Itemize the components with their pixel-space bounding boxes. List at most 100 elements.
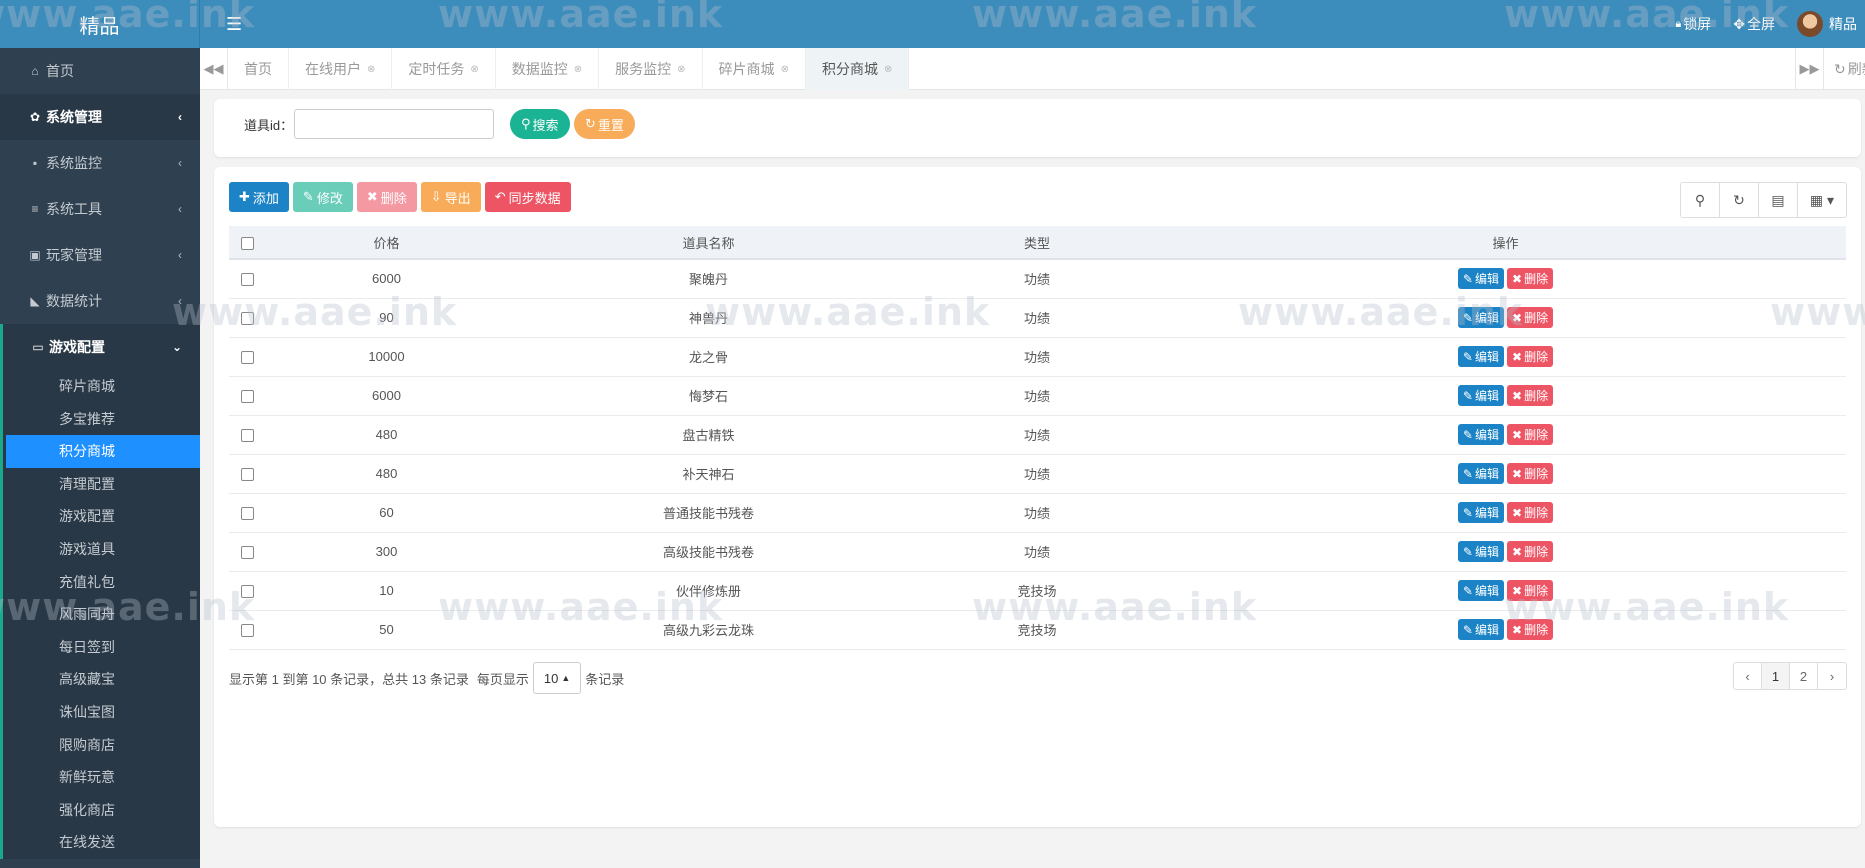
sidebar-subitem[interactable]: 充值礼包 [3, 566, 200, 599]
row-delete-button[interactable]: ✖ 删除 [1507, 385, 1554, 406]
app-logo[interactable]: 精品 [0, 0, 200, 48]
sidebar-item-player-management[interactable]: ▣ 玩家管理 ‹ [0, 232, 200, 278]
lock-icon: 🔒︎ [1675, 17, 1682, 30]
item-id-input[interactable] [294, 109, 494, 139]
sidebar-item-data-statistics[interactable]: ◣ 数据统计 ‹ [0, 278, 200, 324]
sync-data-button[interactable]: ↶ 同步数据 [484, 182, 571, 212]
close-icon[interactable]: ⊗ [677, 64, 685, 75]
row-edit-button[interactable]: ✎ 编辑 [1457, 580, 1504, 601]
tab-scheduled-tasks[interactable]: 定时任务 ⊗ [392, 48, 496, 90]
tab-points-shop[interactable]: 积分商城 ⊗ [805, 48, 910, 90]
tab-scroll-right-button[interactable]: ▶▶ [1795, 48, 1823, 90]
toggle-view-button[interactable]: ▤ [1759, 183, 1798, 217]
close-icon[interactable]: ⊗ [367, 64, 375, 75]
tab-online-users[interactable]: 在线用户 ⊗ [289, 48, 393, 90]
sidebar-subitem[interactable]: 新鲜玩意 [3, 761, 200, 794]
row-checkbox[interactable] [240, 624, 254, 638]
user-menu[interactable]: 精品 [1797, 11, 1857, 37]
row-delete-button[interactable]: ✖ 删除 [1507, 268, 1554, 290]
row-delete-button[interactable]: ✖ 删除 [1507, 619, 1554, 640]
row-edit-button[interactable]: ✎ 编辑 [1457, 541, 1504, 562]
row-checkbox[interactable] [240, 429, 254, 443]
row-checkbox[interactable] [240, 585, 254, 599]
refresh-table-button[interactable]: ↻ [1720, 183, 1759, 217]
select-all-checkbox[interactable] [240, 236, 254, 250]
edit-button[interactable]: ✎ 修改 [292, 182, 353, 212]
columns-button[interactable]: ▦ ▾ [1798, 183, 1846, 217]
prev-page-button[interactable]: ‹ [1734, 663, 1762, 689]
sidebar-subitem[interactable]: 高级藏宝 [3, 663, 200, 696]
sidebar-subitem[interactable]: 强化商店 [3, 794, 200, 827]
row-edit-button[interactable]: ✎ 编辑 [1457, 268, 1504, 290]
row-edit-button[interactable]: ✎ 编辑 [1457, 307, 1504, 328]
row-delete-button[interactable]: ✖ 删除 [1507, 463, 1554, 484]
lock-screen-button[interactable]: 🔒︎ 锁屏 [1675, 14, 1711, 34]
row-delete-button[interactable]: ✖ 删除 [1507, 424, 1554, 445]
row-checkbox[interactable] [240, 546, 254, 560]
row-delete-button[interactable]: ✖ 删除 [1507, 541, 1554, 562]
double-left-icon: ◀◀ [203, 61, 224, 76]
row-delete-button[interactable]: ✖ 删除 [1507, 502, 1554, 523]
row-edit-button[interactable]: ✎ 编辑 [1457, 619, 1504, 640]
sidebar-item-system-management[interactable]: ✿ 系统管理 ‹ [0, 94, 200, 140]
close-icon[interactable]: ⊗ [884, 64, 892, 75]
row-checkbox[interactable] [240, 312, 254, 326]
close-icon[interactable]: ⊗ [574, 64, 582, 75]
row-edit-button[interactable]: ✎ 编辑 [1457, 502, 1504, 523]
row-checkbox[interactable] [240, 273, 254, 287]
sidebar-subitem[interactable]: 每日签到 [3, 631, 200, 664]
row-edit-button[interactable]: ✎ 编辑 [1457, 346, 1504, 367]
item-name-cell: 补天神石 [508, 454, 909, 494]
tab-home[interactable]: 首页 [228, 48, 289, 90]
column-header[interactable]: 价格 [265, 226, 508, 260]
add-button[interactable]: ✚ 添加 [229, 182, 289, 212]
delete-button[interactable]: ✖ 删除 [356, 182, 417, 212]
tab-scroll-left-button[interactable]: ◀◀ [200, 48, 228, 90]
sidebar-subitem[interactable]: 碎片商城 [3, 370, 200, 403]
page-button[interactable]: 2 [1790, 663, 1818, 689]
row-checkbox[interactable] [240, 351, 254, 365]
sidebar-subitem[interactable]: 多宝推荐 [3, 403, 200, 436]
next-page-button[interactable]: › [1818, 663, 1846, 689]
sidebar-item-system-tools[interactable]: ≡ 系统工具 ‹ [0, 186, 200, 232]
sidebar-subitem[interactable]: 诛仙宝图 [3, 696, 200, 729]
close-icon[interactable]: ⊗ [781, 64, 789, 75]
row-delete-button[interactable]: ✖ 删除 [1507, 346, 1554, 367]
sidebar-subitem[interactable]: 游戏配置 [3, 500, 200, 533]
select-all-cell [229, 226, 265, 260]
tab-service-monitor[interactable]: 服务监控 ⊗ [599, 48, 703, 90]
page-button[interactable]: 1 [1762, 663, 1790, 689]
row-delete-button[interactable]: ✖ 删除 [1507, 580, 1554, 601]
row-edit-button[interactable]: ✎ 编辑 [1457, 463, 1504, 484]
export-button[interactable]: ⇩ 导出 [420, 182, 481, 212]
fullscreen-button[interactable]: ✥ 全屏 [1733, 14, 1775, 34]
sidebar-subitem[interactable]: 限购商店 [3, 729, 200, 762]
tab-fragment-shop[interactable]: 碎片商城 ⊗ [703, 48, 806, 90]
row-edit-button[interactable]: ✎ 编辑 [1457, 385, 1504, 406]
sidebar-subitem[interactable]: 游戏道具 [3, 533, 200, 566]
times-icon: ✖ [1512, 271, 1523, 286]
sidebar-item-home[interactable]: ⌂ 首页 [0, 48, 200, 94]
search-button[interactable]: ⚲ 搜索 [510, 109, 570, 139]
page-size-dropdown[interactable]: 10 ▲ [532, 662, 582, 694]
sidebar-subitem[interactable]: 在线发送 [3, 826, 200, 859]
sidebar-item-game-config[interactable]: ▭ 游戏配置 ⌄ [3, 324, 200, 370]
row-checkbox[interactable] [240, 390, 254, 404]
tab-data-monitor[interactable]: 数据监控 ⊗ [496, 48, 600, 90]
sidebar-subitem-active[interactable]: 积分商城 [6, 435, 200, 468]
row-delete-button[interactable]: ✖ 删除 [1507, 307, 1554, 328]
sidebar-subitem[interactable]: 风雨同舟 [3, 598, 200, 631]
price-cell: 90 [265, 298, 508, 338]
menu-toggle-icon[interactable]: ☰ [226, 14, 242, 35]
toggle-search-button[interactable]: ⚲ [1681, 183, 1720, 217]
column-header[interactable]: 道具名称 [508, 226, 909, 260]
row-edit-button[interactable]: ✎ 编辑 [1457, 424, 1504, 445]
sidebar-item-system-monitor[interactable]: ▪ 系统监控 ‹ [0, 140, 200, 186]
refresh-button[interactable]: ↻ 刷新 [1823, 48, 1865, 90]
close-icon[interactable]: ⊗ [470, 64, 478, 75]
sidebar-subitem[interactable]: 清理配置 [3, 468, 200, 501]
column-header[interactable]: 类型 [909, 226, 1165, 260]
row-checkbox[interactable] [240, 507, 254, 521]
reset-button[interactable]: ↻ 重置 [574, 109, 635, 139]
row-checkbox[interactable] [240, 468, 254, 482]
